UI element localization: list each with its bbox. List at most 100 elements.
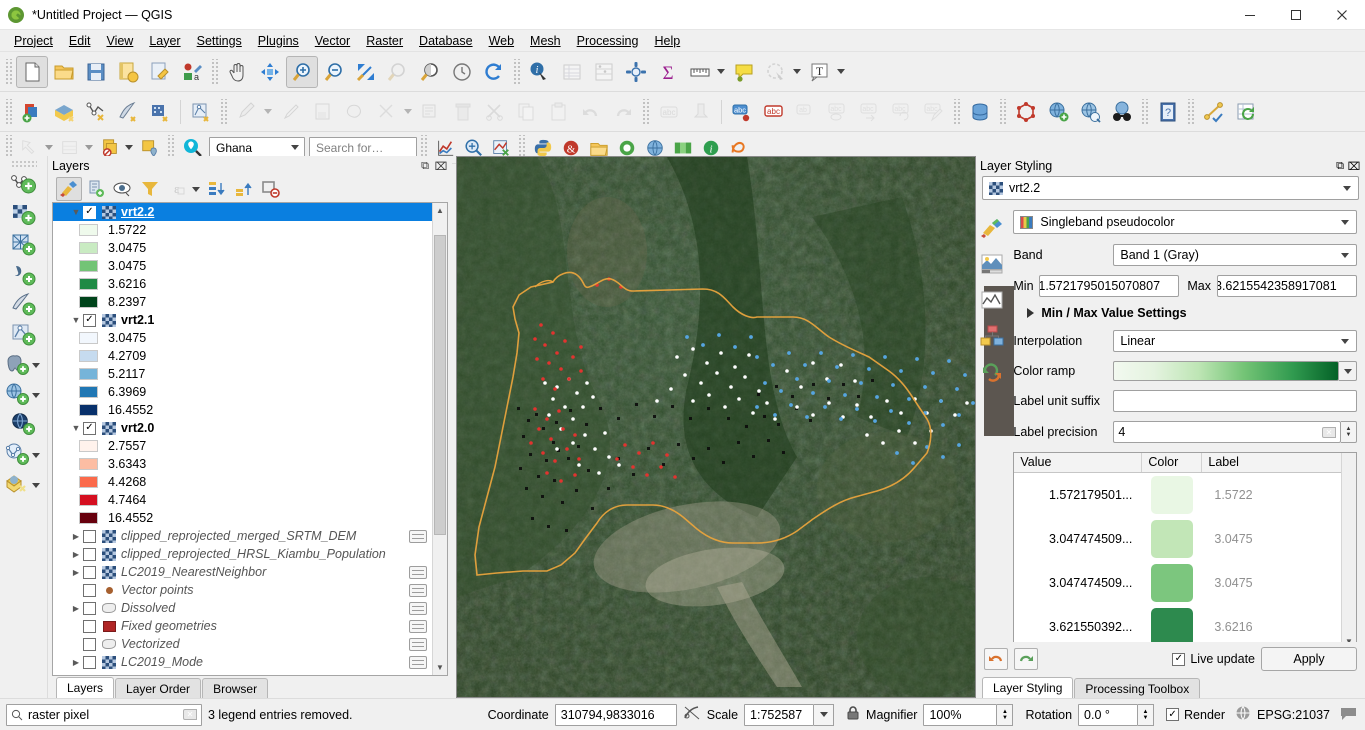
save-layer-edits-button[interactable] <box>307 96 339 128</box>
leftdock-grip[interactable] <box>10 160 37 168</box>
add-wms-layer-button[interactable] <box>1042 96 1074 128</box>
color-table-scroll-down[interactable]: ▼ <box>1342 634 1356 642</box>
chevron-right-icon[interactable] <box>69 549 83 559</box>
select-dropdown-caret[interactable] <box>793 69 801 74</box>
menu-mesh[interactable]: Mesh <box>522 32 569 50</box>
maximize-button[interactable] <box>1273 0 1319 30</box>
help-contents-button[interactable]: ? <box>1152 96 1184 128</box>
color-table-color[interactable] <box>1142 608 1202 642</box>
magnifier-down-icon[interactable]: ▼ <box>1002 715 1008 721</box>
menu-settings[interactable]: Settings <box>189 32 250 50</box>
modify-attributes-button[interactable] <box>415 96 447 128</box>
zoom-full-button[interactable] <box>350 56 382 88</box>
metasearch-button[interactable] <box>1074 96 1106 128</box>
layer-row[interactable]: clipped_reprojected_merged_SRTM_DEM <box>53 527 432 545</box>
layer-indicator-button[interactable] <box>409 601 427 615</box>
interpolation-combo-caret[interactable] <box>1341 338 1349 344</box>
zoom-to-layer-button[interactable] <box>414 56 446 88</box>
edit-label-button[interactable]: abc <box>918 96 950 128</box>
osm-place-search-button[interactable] <box>1106 96 1138 128</box>
style-undo-button[interactable] <box>984 648 1008 670</box>
chevron-right-icon[interactable] <box>69 657 83 667</box>
toolbar-grip-5[interactable] <box>220 98 228 125</box>
layer-row[interactable]: ✓ vrt2.2 <box>53 203 432 221</box>
add-delimited-text-side-button[interactable] <box>3 260 45 290</box>
xyz-caret-icon[interactable] <box>31 482 40 488</box>
statistical-summary-button[interactable]: Σ <box>652 56 684 88</box>
show-unplaced-labels-button[interactable]: abc <box>822 96 854 128</box>
add-mesh-layer-button[interactable] <box>112 96 144 128</box>
layer-indicator-button[interactable] <box>409 655 427 669</box>
text-annotation-button[interactable]: T <box>804 56 836 88</box>
menu-raster[interactable]: Raster <box>358 32 411 50</box>
highlight-pinned-labels-button[interactable]: abc <box>726 96 758 128</box>
add-vector-layer-side-button[interactable] <box>3 170 45 200</box>
legend-entry[interactable]: 3.0475 <box>53 329 432 347</box>
tab-layer-order[interactable]: Layer Order <box>115 678 202 698</box>
toolbar-grip-7[interactable] <box>953 98 961 125</box>
color-table-row[interactable]: 1.572179501... 1.5722 <box>1014 473 1356 517</box>
style-panel-close-button[interactable]: ⌧ <box>1347 159 1361 173</box>
menu-layer[interactable]: Layer <box>141 32 188 50</box>
tab-processing-toolbox[interactable]: Processing Toolbox <box>1074 678 1201 698</box>
layer-row[interactable]: ✓ vrt2.0 <box>53 419 432 437</box>
add-mesh-layer-side-button[interactable] <box>3 230 45 260</box>
pan-to-selection-button[interactable] <box>254 56 286 88</box>
layer-indicator-button[interactable] <box>409 583 427 597</box>
tab-browser[interactable]: Browser <box>202 678 269 698</box>
legend-entry[interactable]: 2.7557 <box>53 437 432 455</box>
chevron-down-icon[interactable] <box>69 207 83 217</box>
change-label-button[interactable]: abc <box>854 96 886 128</box>
layer-row[interactable]: Vector points <box>53 581 432 599</box>
menu-plugins[interactable]: Plugins <box>250 32 307 50</box>
undo-button[interactable] <box>575 96 607 128</box>
color-table-scrollbar[interactable]: ▼ <box>1341 453 1356 642</box>
select-location-caret[interactable] <box>45 145 53 150</box>
close-button[interactable] <box>1319 0 1365 30</box>
color-table-value[interactable]: 1.572179501... <box>1014 488 1142 502</box>
layer-visibility-checkbox[interactable]: ✓ <box>83 421 96 435</box>
add-postgis-layer-button[interactable] <box>3 350 45 380</box>
style-panel-float-button[interactable]: ⧉ <box>1333 159 1347 173</box>
message-bubble-icon[interactable] <box>1340 706 1357 724</box>
region-combo-caret[interactable] <box>291 145 299 150</box>
rotation-stepper[interactable]: ▲ ▼ <box>1138 703 1155 726</box>
topology-checker-button[interactable] <box>1010 96 1042 128</box>
legend-entry[interactable]: 3.6216 <box>53 275 432 293</box>
open-project-button[interactable] <box>48 56 80 88</box>
color-table-value[interactable]: 3.047474509... <box>1014 532 1142 546</box>
rotation-field[interactable]: 0.0 ° <box>1078 703 1139 726</box>
color-swatch[interactable] <box>1151 608 1194 642</box>
transparency-tab-button[interactable] <box>977 246 1007 282</box>
color-swatch[interactable] <box>1151 476 1194 514</box>
live-update-checkbox[interactable]: ✓ Live update <box>1172 652 1255 666</box>
toolbar-grip-6[interactable] <box>642 98 650 125</box>
labeling-abc-button[interactable]: abc <box>653 96 685 128</box>
layer-visibility-checkbox[interactable]: ✓ <box>83 313 96 327</box>
color-table-label[interactable]: 3.0475 <box>1202 532 1356 546</box>
save-project-button[interactable] <box>80 56 112 88</box>
style-dock-button[interactable]: a <box>176 56 208 88</box>
add-raster-layer-side-button[interactable] <box>3 200 45 230</box>
new-print-layout-button[interactable] <box>112 56 144 88</box>
legend-entry[interactable]: 16.4552 <box>53 401 432 419</box>
menu-help[interactable]: Help <box>646 32 688 50</box>
toolbar-grip-3[interactable] <box>513 58 521 85</box>
toolbar-grip-10[interactable] <box>1187 98 1195 125</box>
color-table-label[interactable]: 3.0475 <box>1202 576 1356 590</box>
magnifier-field[interactable]: 100% <box>923 703 998 726</box>
tab-layers[interactable]: Layers <box>56 677 115 698</box>
field-calculator-button[interactable] <box>588 56 620 88</box>
add-group-button[interactable] <box>83 177 109 201</box>
stepper-down-icon[interactable]: ▼ <box>1346 432 1352 438</box>
postgis-caret-icon[interactable] <box>31 362 40 368</box>
lock-icon[interactable] <box>846 705 860 724</box>
measure-line-button[interactable] <box>684 56 716 88</box>
legend-entry[interactable]: 3.0475 <box>53 257 432 275</box>
color-table-color[interactable] <box>1142 476 1202 514</box>
color-table-color[interactable] <box>1142 564 1202 602</box>
minmax-settings-expander[interactable]: Min / Max Value Settings <box>1027 306 1357 320</box>
redo-button[interactable] <box>607 96 639 128</box>
add-xyz-layer-button[interactable] <box>3 470 45 500</box>
remove-layer-button[interactable] <box>258 177 284 201</box>
